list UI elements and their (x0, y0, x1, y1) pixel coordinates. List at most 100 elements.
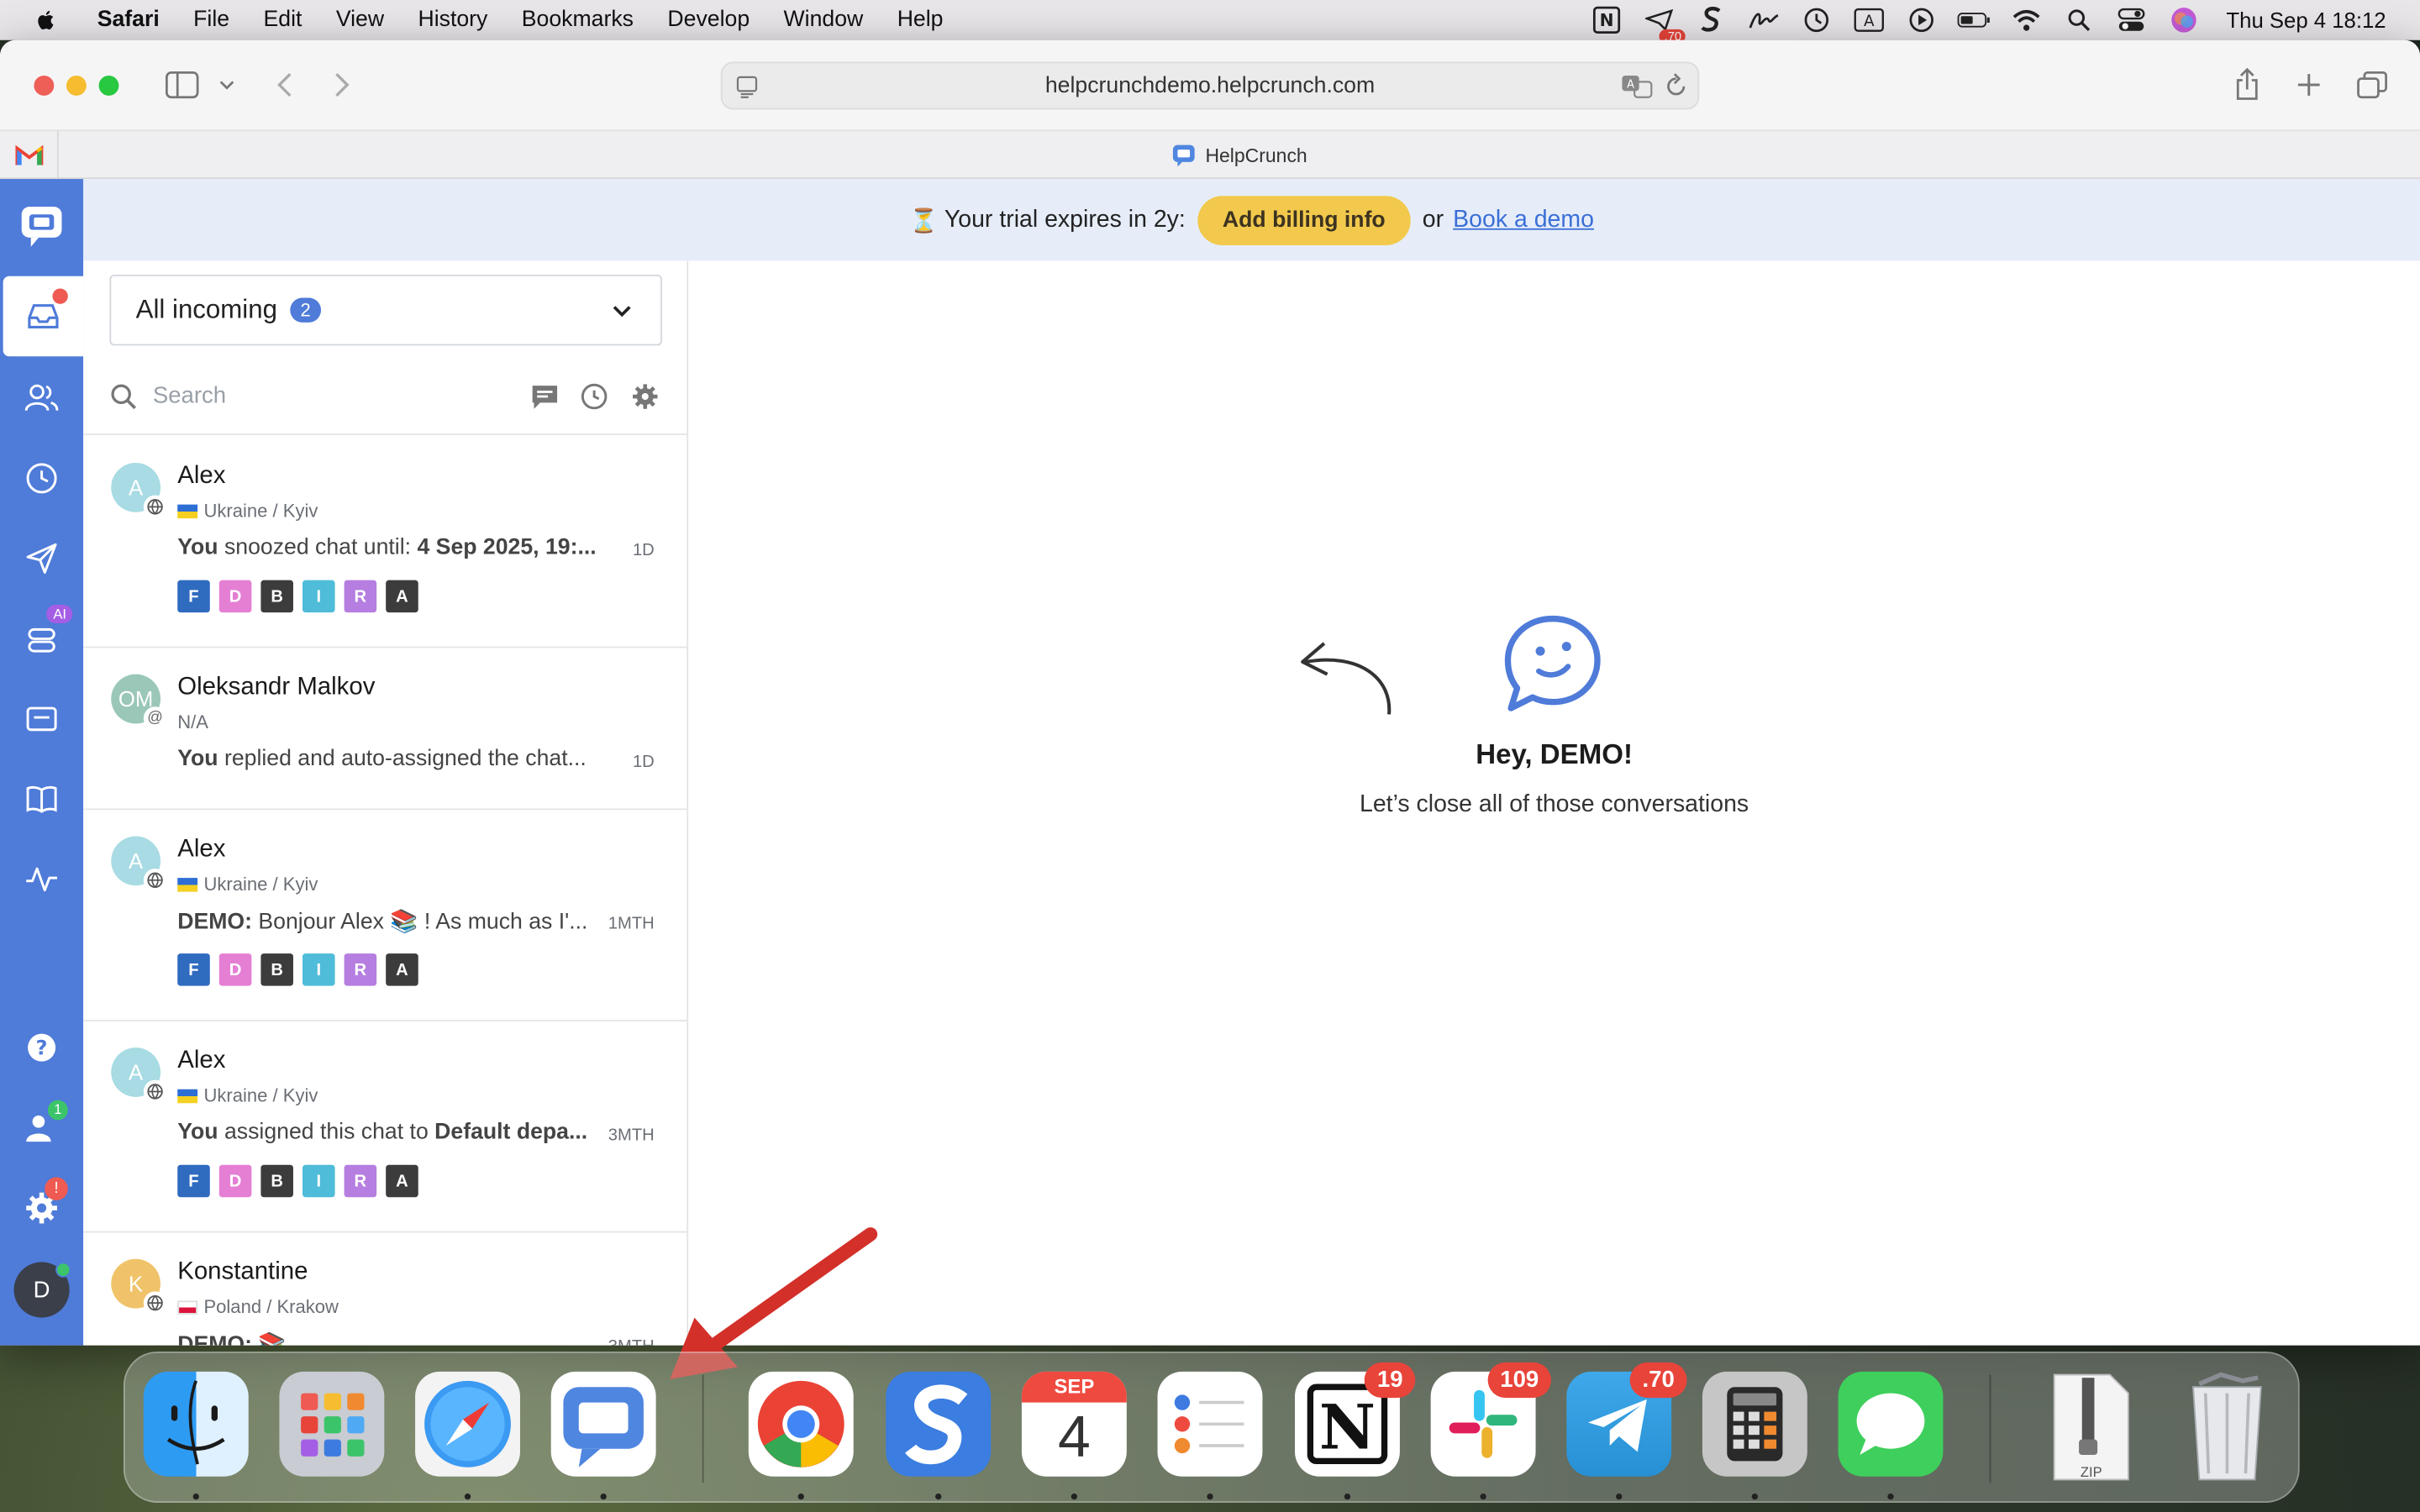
address-bar[interactable]: helpcrunchdemo.helpcrunch.com A (720, 61, 1700, 110)
tag[interactable]: A (386, 953, 418, 986)
menu-help[interactable]: Help (880, 0, 960, 40)
menu-file[interactable]: File (176, 0, 246, 40)
reminders-icon[interactable] (1157, 1371, 1263, 1477)
tag[interactable]: B (260, 1164, 293, 1198)
back-icon[interactable] (270, 68, 297, 102)
notion-icon[interactable]: N 19 (1295, 1362, 1416, 1477)
user-avatar[interactable]: D (0, 1250, 83, 1331)
tag[interactable]: F (177, 1164, 210, 1198)
reload-icon[interactable] (1664, 72, 1688, 106)
minimize-window-button[interactable] (66, 75, 87, 95)
siri-icon[interactable] (2168, 6, 2202, 34)
control-center-icon[interactable] (2115, 6, 2149, 34)
zip-file-icon[interactable]: ZIP (2039, 1372, 2144, 1481)
nav-reports[interactable] (0, 839, 83, 920)
notion-status-icon[interactable]: N (1591, 6, 1624, 34)
conversation-item[interactable]: A Alex Ukraine / Kyiv DEMO: Bonjour Alex… (83, 810, 687, 1021)
page-menu-icon[interactable] (734, 74, 759, 105)
nav-settings[interactable]: ! (0, 1168, 83, 1248)
nav-ai-bot[interactable]: AI (0, 599, 83, 680)
helpcrunch-dock-icon[interactable] (550, 1371, 656, 1477)
clock[interactable]: Thu Sep 4 18:12 (2226, 8, 2386, 32)
input-source-icon[interactable]: A (1853, 6, 1886, 34)
nav-widget[interactable] (0, 679, 83, 759)
menu-history[interactable]: History (401, 0, 504, 40)
add-billing-button[interactable]: Add billing info (1197, 195, 1411, 245)
tag[interactable]: F (177, 953, 210, 986)
menu-view[interactable]: View (319, 0, 402, 40)
finder-icon[interactable] (143, 1371, 249, 1477)
menu-bookmarks[interactable]: Bookmarks (505, 0, 651, 40)
zoom-window-button[interactable] (98, 75, 119, 95)
calculator-icon[interactable] (1702, 1371, 1807, 1477)
tag[interactable]: A (386, 1164, 418, 1198)
forward-icon[interactable] (329, 68, 356, 102)
menu-develop[interactable]: Develop (650, 0, 766, 40)
calendar-icon[interactable]: SEP 4 (1021, 1371, 1127, 1477)
tag[interactable]: D (218, 580, 252, 613)
nav-inbox[interactable] (3, 276, 84, 357)
tag[interactable]: R (344, 580, 377, 613)
menu-edit[interactable]: Edit (246, 0, 318, 40)
menu-app-name[interactable]: Safari (81, 0, 176, 40)
nav-campaigns[interactable] (0, 518, 83, 599)
spotlight-search-icon[interactable] (2063, 6, 2096, 34)
contact-name: Alex (177, 463, 226, 490)
battery-icon[interactable] (1958, 6, 1991, 34)
safari-icon[interactable] (415, 1371, 520, 1477)
nav-knowledge-base[interactable] (0, 759, 83, 840)
saved-replies-icon[interactable] (531, 382, 559, 410)
tag[interactable]: B (260, 580, 293, 613)
conversation-item[interactable]: K Konstantine Poland / Krakow DEMO: 📚 3M… (83, 1233, 687, 1346)
book-demo-link[interactable]: Book a demo (1453, 206, 1594, 234)
tag[interactable]: F (177, 580, 210, 613)
tag[interactable]: R (344, 1164, 377, 1198)
scrivener-app-icon[interactable] (886, 1371, 992, 1477)
tab-helpcrunch[interactable]: HelpCrunch (59, 131, 2420, 179)
wifi-icon[interactable] (2010, 6, 2044, 34)
logo-icon[interactable] (0, 186, 83, 267)
time-machine-icon[interactable] (1800, 6, 1833, 34)
filter-dropdown[interactable]: All incoming 2 (109, 274, 662, 346)
scrivener-icon[interactable] (1696, 6, 1729, 34)
tag[interactable]: B (260, 953, 293, 986)
nav-team[interactable]: 1 (0, 1088, 83, 1168)
conversation-item[interactable]: A Alex Ukraine / Kyiv You assigned this … (83, 1021, 687, 1233)
search-input[interactable]: Search (153, 383, 226, 409)
chevron-down-icon[interactable] (216, 68, 238, 102)
signature-icon[interactable] (1748, 6, 1781, 34)
tag[interactable]: A (386, 580, 418, 613)
sidebar-toggle-icon[interactable] (164, 68, 201, 102)
new-tab-icon[interactable] (2293, 68, 2324, 102)
tag[interactable]: I (302, 580, 335, 613)
nav-help[interactable]: ? (0, 1007, 83, 1088)
launchpad-icon[interactable] (279, 1371, 385, 1477)
tab-gmail[interactable] (0, 131, 59, 180)
nav-history[interactable] (0, 438, 83, 519)
conversation-item[interactable]: OM @ Oleksandr Malkov N/A You replied an… (83, 648, 687, 811)
share-icon[interactable] (2232, 67, 2263, 102)
tag[interactable]: I (302, 1164, 335, 1198)
play-icon[interactable] (1905, 6, 1939, 34)
tag[interactable]: R (344, 953, 377, 986)
trash-icon[interactable] (2175, 1372, 2280, 1481)
telegram-status-icon[interactable]: .70 (1643, 6, 1686, 44)
gear-icon[interactable] (631, 382, 659, 410)
translate-icon[interactable]: A (1621, 72, 1655, 106)
chrome-icon[interactable] (748, 1371, 854, 1477)
slack-icon[interactable]: 109 (1430, 1362, 1551, 1477)
messages-icon[interactable] (1838, 1371, 1944, 1477)
close-window-button[interactable] (34, 75, 55, 95)
dock-divider (702, 1374, 704, 1483)
conversation-item[interactable]: A Alex Ukraine / Kyiv You snoozed chat u… (83, 437, 687, 648)
tag[interactable]: D (218, 953, 252, 986)
tab-overview-icon[interactable] (2355, 68, 2389, 102)
tag[interactable]: I (302, 953, 335, 986)
url-text[interactable]: helpcrunchdemo.helpcrunch.com (1045, 73, 1375, 97)
telegram-icon[interactable]: .70 (1566, 1362, 1687, 1477)
menu-window[interactable]: Window (766, 0, 880, 40)
clock-icon[interactable] (581, 382, 608, 410)
nav-contacts[interactable] (0, 358, 83, 438)
apple-icon[interactable] (34, 8, 58, 32)
tag[interactable]: D (218, 1164, 252, 1198)
